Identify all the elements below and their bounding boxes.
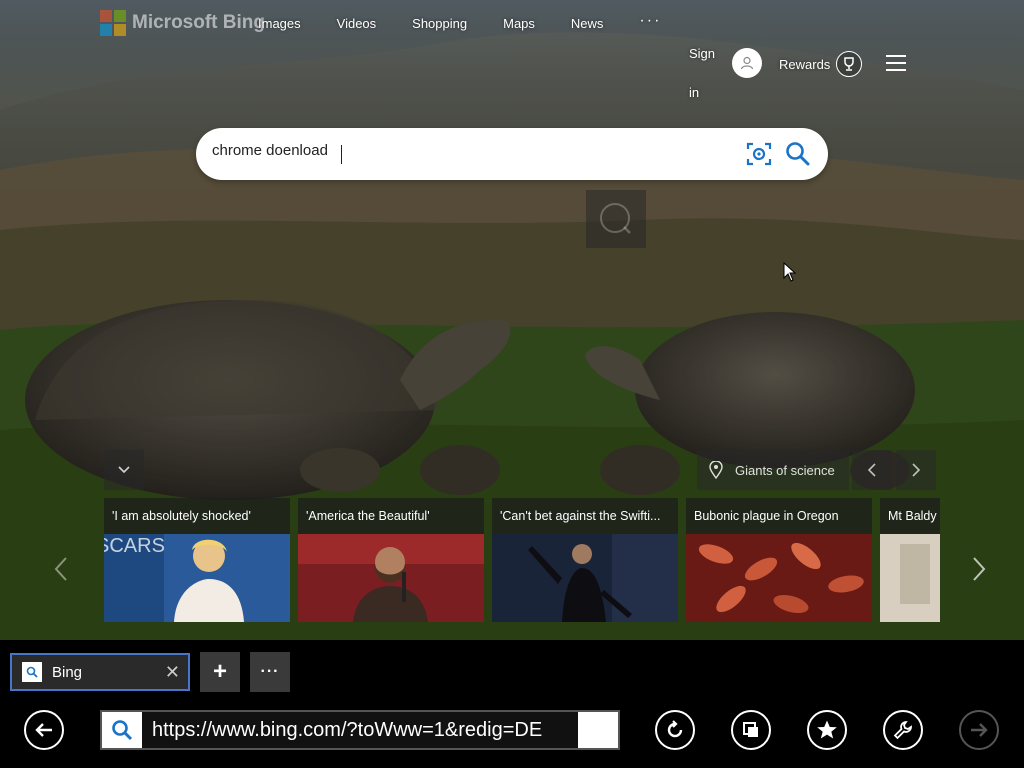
carousel-right-arrow[interactable]: [972, 556, 986, 590]
refresh-button[interactable]: [655, 710, 695, 750]
search-box[interactable]: [196, 128, 828, 180]
news-card-image: SCARS: [104, 534, 290, 622]
news-carousel: 'I am absolutely shocked' SCARS 'America…: [104, 498, 940, 622]
location-pin-icon: [709, 461, 723, 479]
news-image-text: SCARS: [104, 535, 165, 557]
tabs-pages-icon: [743, 722, 758, 737]
news-card[interactable]: Bubonic plague in Oregon: [686, 498, 872, 622]
news-card-title: 'I am absolutely shocked': [104, 498, 290, 534]
logo-text: Microsoft Bing: [132, 12, 265, 33]
news-card-title: Mt Baldy: [880, 498, 940, 534]
back-button[interactable]: [24, 710, 64, 750]
search-circle-icon: [600, 203, 631, 234]
url-field[interactable]: https://www.bing.com/?toWww=1&redig=DE: [100, 710, 620, 750]
nav-shopping[interactable]: Shopping: [412, 16, 467, 31]
news-card[interactable]: 'Can't bet against the Swifti...: [492, 498, 678, 622]
news-card[interactable]: 'America the Beautiful': [298, 498, 484, 622]
news-card[interactable]: 'I am absolutely shocked' SCARS: [104, 498, 290, 622]
page: Microsoft Bing Images Videos Shopping Ma…: [0, 0, 1024, 768]
search-input[interactable]: [212, 142, 712, 159]
tab-more-button[interactable]: ···: [250, 652, 290, 692]
new-tab-button[interactable]: +: [200, 652, 240, 692]
arrow-left-icon: [35, 723, 52, 737]
nav-images[interactable]: Images: [258, 16, 301, 31]
nav-news[interactable]: News: [571, 16, 604, 31]
nav-videos[interactable]: Videos: [337, 16, 377, 31]
bing-logo[interactable]: Microsoft Bing: [100, 10, 265, 36]
chevron-left-icon: [54, 557, 67, 581]
image-info-button[interactable]: Giants of science: [697, 450, 849, 490]
favorites-button[interactable]: [807, 710, 847, 750]
text-caret: [341, 145, 342, 164]
forward-button[interactable]: [959, 710, 999, 750]
avatar[interactable]: [732, 48, 762, 78]
url-text[interactable]: https://www.bing.com/?toWww=1&redig=DE: [142, 712, 578, 748]
carousel-left-arrow[interactable]: [54, 556, 68, 590]
arrow-right-icon: [971, 723, 988, 737]
chevron-down-icon: [118, 466, 130, 474]
news-card-title: 'Can't bet against the Swifti...: [492, 498, 678, 534]
browser-tab-bar: Bing ✕ + ···: [0, 640, 1024, 702]
tab-title: Bing: [52, 663, 83, 681]
chevron-right-icon: [912, 463, 921, 477]
user-icon: [740, 56, 754, 70]
next-image-button[interactable]: [896, 450, 936, 490]
microsoft-logo-icon: [100, 10, 126, 36]
rewards-trophy-icon[interactable]: [836, 51, 862, 77]
browser-address-bar: https://www.bing.com/?toWww=1&redig=DE: [0, 702, 1024, 768]
news-card-image: [686, 534, 872, 622]
nav-more-button[interactable]: ···: [639, 12, 661, 30]
news-card-image: [298, 534, 484, 622]
tab-close-icon[interactable]: ✕: [165, 662, 180, 683]
chevron-left-icon: [867, 463, 876, 477]
news-card[interactable]: Mt Baldy: [880, 498, 940, 622]
star-icon: [817, 720, 837, 739]
rewards-label[interactable]: Rewards: [779, 57, 830, 72]
news-card-image: [492, 534, 678, 622]
prev-image-button[interactable]: [852, 450, 892, 490]
news-card-title: Bubonic plague in Oregon: [686, 498, 872, 534]
nav-maps[interactable]: Maps: [503, 16, 535, 31]
lock-icon: [589, 721, 601, 739]
url-search-icon[interactable]: [102, 712, 142, 748]
mouse-cursor-icon: [783, 262, 797, 282]
top-nav: Images Videos Shopping Maps News ···: [258, 12, 697, 32]
visual-search-icon[interactable]: [746, 141, 772, 167]
image-search-button[interactable]: [586, 190, 646, 248]
tabs-button[interactable]: [731, 710, 771, 750]
browser-tab[interactable]: Bing ✕: [10, 653, 190, 691]
news-card-image: [880, 534, 940, 622]
refresh-icon: [667, 720, 683, 738]
news-card-title: 'America the Beautiful': [298, 498, 484, 534]
search-icon[interactable]: [785, 141, 811, 167]
image-location-label: Giants of science: [735, 462, 835, 478]
page-tools-button[interactable]: [883, 710, 923, 750]
menu-hamburger-icon[interactable]: [886, 55, 906, 71]
chevron-right-icon: [973, 557, 986, 581]
wrench-icon: [893, 721, 912, 740]
collapse-feed-button[interactable]: [104, 450, 144, 490]
sign-in-link[interactable]: Sign in: [689, 34, 723, 112]
tab-favicon-search-icon: [22, 662, 42, 682]
